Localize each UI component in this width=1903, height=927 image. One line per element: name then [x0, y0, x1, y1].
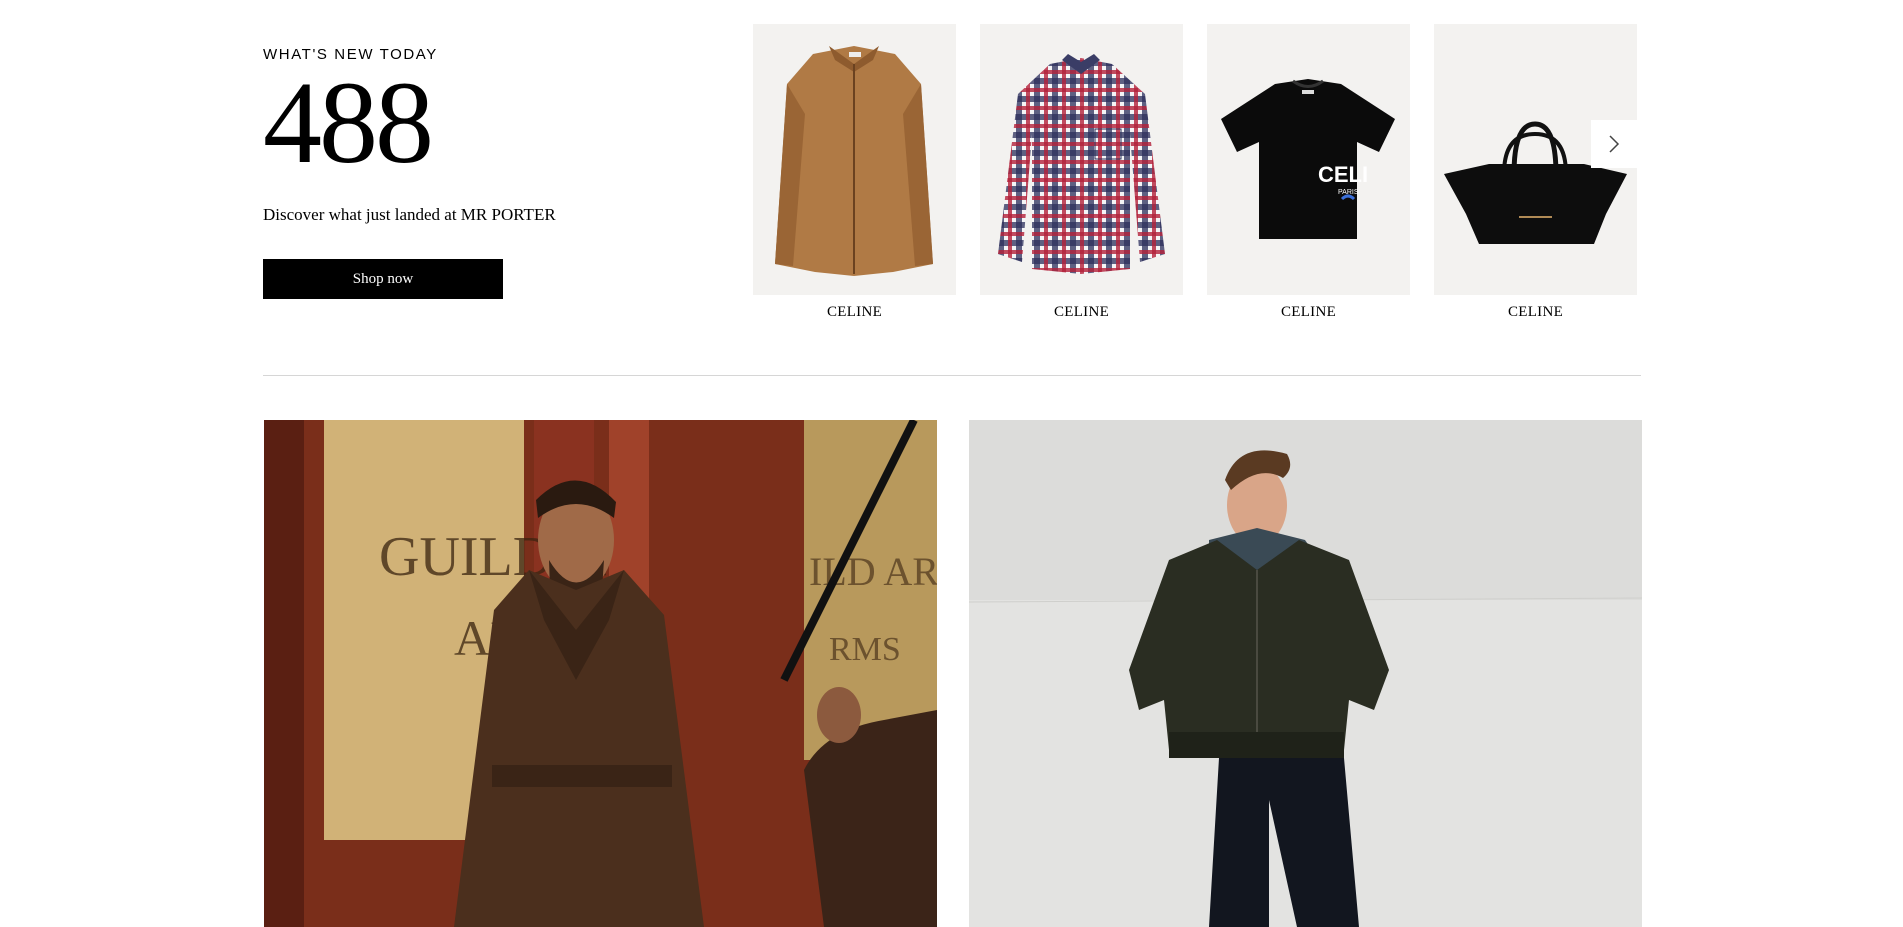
product-brand[interactable]: CELINE	[980, 304, 1183, 321]
product-card[interactable]: CELINE	[980, 24, 1183, 321]
tshirt-print-text: CELI	[1318, 162, 1368, 187]
section-tagline: Discover what just landed at MR PORTER	[263, 205, 556, 224]
product-brand[interactable]: CELINE	[1434, 304, 1637, 321]
editorial-leather-coat-image[interactable]: GUILD H ARI ILD ARA RMS	[264, 420, 937, 927]
product-brand[interactable]: CELINE	[753, 304, 956, 321]
logo-tshirt-image[interactable]: CELI PARIS	[1207, 24, 1410, 295]
editorial-bomber-jacket-image[interactable]	[969, 420, 1642, 927]
product-brand[interactable]: CELINE	[1207, 304, 1410, 321]
product-card[interactable]: CELI PARIS CELINE	[1207, 24, 1410, 321]
section-divider	[263, 375, 1641, 376]
new-arrivals-count: 488	[263, 57, 434, 188]
check-shirt-image[interactable]	[980, 24, 1183, 295]
product-carousel: CELINE CELINE CELI PARIS CELINE CELINE	[753, 24, 1638, 330]
product-card[interactable]: CELINE	[1434, 24, 1637, 321]
leather-jacket-image[interactable]	[753, 24, 956, 295]
shop-window-sign-line-4: RMS	[829, 631, 901, 668]
product-card[interactable]: CELINE	[753, 24, 956, 321]
chevron-right-icon	[1609, 135, 1620, 153]
shop-now-button[interactable]: Shop now	[263, 259, 503, 299]
carousel-next-button[interactable]	[1591, 120, 1637, 168]
